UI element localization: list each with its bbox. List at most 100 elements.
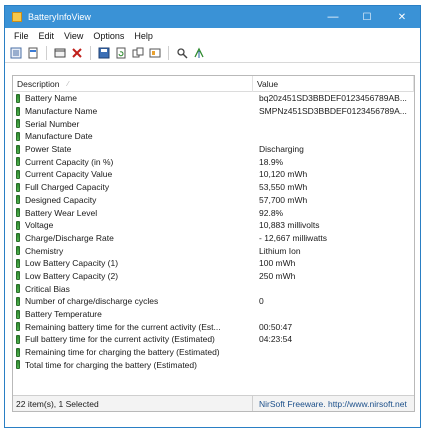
battery-icon xyxy=(16,208,20,218)
status-item-count: 22 item(s), 1 Selected xyxy=(13,396,253,411)
list-row[interactable]: Designed Capacity 57,700 mWh xyxy=(13,194,414,207)
copy-selected-icon[interactable] xyxy=(131,46,145,60)
battery-icon xyxy=(16,157,20,167)
row-value: 57,700 mWh xyxy=(259,194,308,205)
status-bar: 22 item(s), 1 Selected NirSoft Freeware.… xyxy=(13,395,414,411)
find-icon[interactable] xyxy=(175,46,189,60)
row-label: Battery Name xyxy=(25,93,77,104)
battery-icon xyxy=(16,220,20,230)
list-row[interactable]: Current Capacity (in %) 18.9% xyxy=(13,155,414,168)
status-website-link[interactable]: NirSoft Freeware. http://www.nirsoft.net xyxy=(253,399,414,409)
row-value: SMPNz451SD3BBDEF0123456789A... xyxy=(259,106,407,117)
properties-icon[interactable] xyxy=(9,46,23,60)
close-window-button[interactable]: ✕ xyxy=(384,6,420,28)
list-row[interactable]: Low Battery Capacity (2) 250 mWh xyxy=(13,270,414,283)
list-row[interactable]: Charge/Discharge Rate - 12,667 milliwatts xyxy=(13,232,414,245)
row-value: bq20z451SD3BBDEF0123456789AB... xyxy=(259,93,407,104)
menu-help[interactable]: Help xyxy=(129,31,158,41)
row-label: Manufacture Date xyxy=(25,131,93,142)
list-row[interactable]: Full battery time for the current activi… xyxy=(13,333,414,346)
list-row[interactable]: Total time for charging the battery (Est… xyxy=(13,358,414,371)
maximize-button[interactable]: ☐ xyxy=(350,6,384,28)
battery-icon xyxy=(16,169,20,179)
row-value: 18.9% xyxy=(259,156,284,167)
row-description: Chemistry xyxy=(13,246,253,256)
row-label: Designed Capacity xyxy=(25,194,97,205)
list-row[interactable]: Power State Discharging xyxy=(13,143,414,156)
copy-icon[interactable] xyxy=(53,46,67,60)
list-row[interactable]: Remaining time for charging the battery … xyxy=(13,346,414,359)
row-label: Battery Temperature xyxy=(25,309,102,320)
battery-icon xyxy=(16,347,20,357)
row-label: Power State xyxy=(25,144,72,155)
minimize-button[interactable]: — xyxy=(316,6,350,28)
row-label: Manufacture Name xyxy=(25,106,98,117)
app-icon xyxy=(12,12,22,22)
list-row[interactable]: Manufacture Date xyxy=(13,130,414,143)
menu-view[interactable]: View xyxy=(59,31,88,41)
list-row[interactable]: Critical Bias xyxy=(13,282,414,295)
row-label: Number of charge/discharge cycles xyxy=(25,296,159,307)
row-label: Charge/Discharge Rate xyxy=(25,232,114,243)
battery-icon xyxy=(16,360,20,370)
row-description: Full battery time for the current activi… xyxy=(13,334,253,344)
title-bar[interactable]: BatteryInfoView — ☐ ✕ xyxy=(5,6,420,28)
row-value: 04:23:54 xyxy=(259,334,293,345)
html-report-icon[interactable] xyxy=(26,46,40,60)
toolbar-separator xyxy=(90,45,91,60)
row-description: Manufacture Name xyxy=(13,106,253,116)
toolbar-separator xyxy=(46,45,47,60)
row-value: 100 mWh xyxy=(259,258,296,269)
row-description: Charge/Discharge Rate xyxy=(13,233,253,243)
row-value: 10,120 mWh xyxy=(259,169,308,180)
list-row[interactable]: Battery Temperature xyxy=(13,308,414,321)
row-description: Full Charged Capacity xyxy=(13,182,253,192)
row-value: 0 xyxy=(259,296,264,307)
list-row[interactable]: Number of charge/discharge cycles 0 xyxy=(13,295,414,308)
row-label: Voltage xyxy=(25,220,54,231)
list-row[interactable]: Remaining battery time for the current a… xyxy=(13,320,414,333)
list-row[interactable]: Manufacture Name SMPNz451SD3BBDEF01234567… xyxy=(13,105,414,118)
battery-info-list[interactable]: Description ⁄ Value Battery Name bq20z451… xyxy=(12,75,415,412)
row-value: 00:50:47 xyxy=(259,321,293,332)
row-label: Remaining battery time for the current a… xyxy=(25,321,221,332)
refresh-icon[interactable] xyxy=(114,46,128,60)
column-header-value[interactable]: Value xyxy=(253,76,414,92)
menu-edit[interactable]: Edit xyxy=(34,31,60,41)
row-label: Low Battery Capacity (2) xyxy=(25,270,119,281)
toolbar-separator xyxy=(168,45,169,60)
list-row[interactable]: Serial Number xyxy=(13,117,414,130)
delete-icon[interactable] xyxy=(70,46,84,60)
menu-file[interactable]: File xyxy=(9,31,34,41)
column-header-description[interactable]: Description ⁄ xyxy=(13,76,253,92)
menu-options[interactable]: Options xyxy=(88,31,129,41)
battery-icon xyxy=(16,296,20,306)
list-row[interactable]: Current Capacity Value 10,120 mWh xyxy=(13,168,414,181)
row-description: Battery Name xyxy=(13,93,253,103)
row-value: 250 mWh xyxy=(259,270,296,281)
list-row[interactable]: Chemistry Lithium Ion xyxy=(13,244,414,257)
sort-arrow-icon: ⁄ xyxy=(67,80,69,88)
exit-icon[interactable] xyxy=(192,46,206,60)
list-row[interactable]: Full Charged Capacity 53,550 mWh xyxy=(13,181,414,194)
row-description: Power State xyxy=(13,144,253,154)
battery-icon xyxy=(16,182,20,192)
row-description: Serial Number xyxy=(13,119,253,129)
row-description: Battery Temperature xyxy=(13,309,253,319)
list-row[interactable]: Battery Name bq20z451SD3BBDEF0123456789AB… xyxy=(13,92,414,105)
row-description: Total time for charging the battery (Est… xyxy=(13,360,253,370)
list-row[interactable]: Voltage 10,883 millivolts xyxy=(13,219,414,232)
save-icon[interactable] xyxy=(97,46,111,60)
row-description: Remaining time for charging the battery … xyxy=(13,347,253,357)
row-description: Number of charge/discharge cycles xyxy=(13,296,253,306)
battery-icon xyxy=(16,334,20,344)
list-row[interactable]: Battery Wear Level 92.8% xyxy=(13,206,414,219)
list-row[interactable]: Low Battery Capacity (1) 100 mWh xyxy=(13,257,414,270)
battery-icon xyxy=(16,309,20,319)
row-value: 53,550 mWh xyxy=(259,182,308,193)
battery-icon xyxy=(16,195,20,205)
battery-icon xyxy=(16,93,20,103)
row-description: Low Battery Capacity (1) xyxy=(13,258,253,268)
options-icon[interactable] xyxy=(148,46,162,60)
row-description: Remaining battery time for the current a… xyxy=(13,322,253,332)
